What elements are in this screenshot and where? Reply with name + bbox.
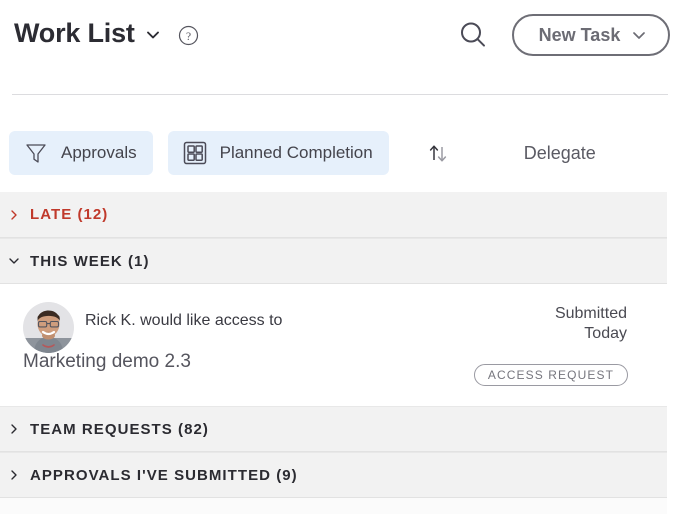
task-status-label: Submitted <box>554 305 627 322</box>
section-header-late[interactable]: LATE (12) <box>0 192 667 238</box>
chevron-down-icon[interactable] <box>144 26 162 44</box>
section-title: LATE (12) <box>30 206 109 223</box>
section-header-approvals-submitted[interactable]: APPROVALS I'VE SUBMITTED (9) <box>0 452 667 498</box>
search-icon <box>457 19 489 51</box>
page-title: Work List <box>14 18 135 48</box>
sort-arrows-icon <box>424 139 452 167</box>
header-divider <box>12 94 668 95</box>
list-bottom-spacer <box>0 498 667 514</box>
chevron-right-icon <box>8 423 20 435</box>
work-list-sections: LATE (12) THIS WEEK (1) Rick K. would li… <box>0 192 692 528</box>
chevron-right-icon <box>8 209 20 221</box>
new-task-button[interactable]: New Task <box>512 14 670 56</box>
header-actions: New Task <box>456 14 670 56</box>
chevron-down-icon <box>631 27 647 43</box>
task-requester-text: Rick K. would like access to <box>85 312 283 329</box>
section-header-team-requests[interactable]: TEAM REQUESTS (82) <box>0 406 667 452</box>
task-row[interactable]: Rick K. would like access to Marketing d… <box>0 284 667 406</box>
task-item-name: Marketing demo 2.3 <box>23 351 191 372</box>
delegate-button[interactable]: Delegate <box>522 139 598 168</box>
task-status: Submitted Today <box>555 304 627 345</box>
status-badge: ACCESS REQUEST <box>473 364 628 386</box>
header-title-group: Work List ? <box>14 20 199 47</box>
chevron-right-icon <box>8 469 20 481</box>
view-chip-label: Planned Completion <box>219 143 373 162</box>
status-badge-label: ACCESS REQUEST <box>487 368 614 382</box>
grid-view-icon <box>182 140 208 166</box>
filter-chip-approvals[interactable]: Approvals <box>9 131 153 175</box>
chevron-down-icon <box>8 255 20 267</box>
app-header: Work List ? New Task <box>0 0 692 95</box>
svg-text:?: ? <box>186 30 191 42</box>
question-circle-icon[interactable]: ? <box>178 25 199 46</box>
work-list-app: Work List ? New Task Approvals Planned C… <box>0 0 692 528</box>
section-title: TEAM REQUESTS (82) <box>30 420 209 438</box>
section-header-this-week[interactable]: THIS WEEK (1) <box>0 238 667 284</box>
avatar <box>23 302 74 353</box>
new-task-label: New Task <box>538 24 621 45</box>
filter-chip-label: Approvals <box>61 143 137 162</box>
section-title: APPROVALS I'VE SUBMITTED (9) <box>30 466 298 484</box>
sort-button[interactable] <box>420 135 456 171</box>
list-toolbar: Approvals Planned Completion Delegate <box>0 120 692 186</box>
task-status-date: Today <box>584 325 627 343</box>
search-button[interactable] <box>456 18 490 52</box>
filter-funnel-icon <box>23 140 49 166</box>
view-chip-planned-completion[interactable]: Planned Completion <box>167 131 389 175</box>
section-title: THIS WEEK (1) <box>30 252 150 270</box>
